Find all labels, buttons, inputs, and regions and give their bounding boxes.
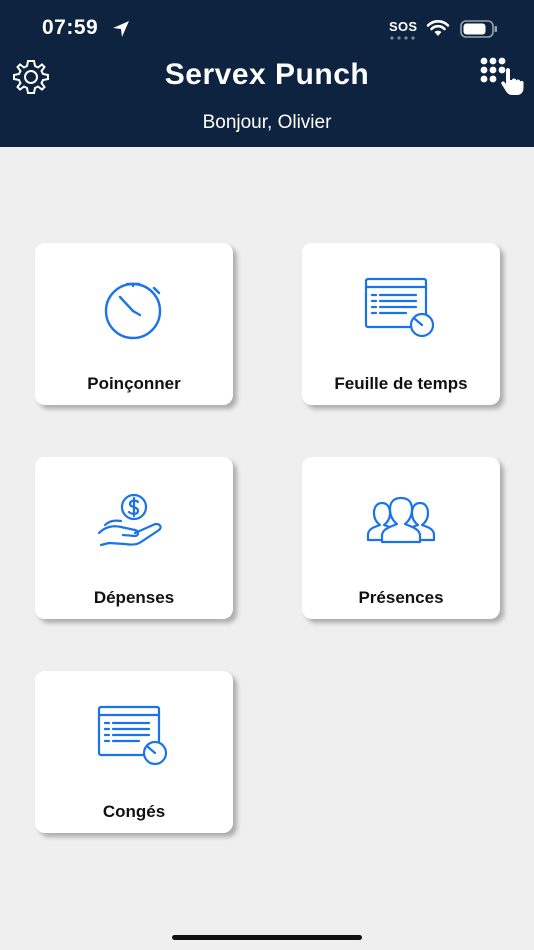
timesheet-icon (364, 277, 435, 338)
sos-indicator: SOS (389, 19, 418, 34)
people-group-icon (366, 496, 436, 544)
tile-poinconner[interactable]: Poinçonner (35, 243, 233, 405)
tile-conges[interactable]: Congés (35, 671, 233, 833)
stopwatch-icon (104, 282, 162, 340)
tile-label: Dépenses (93, 588, 175, 607)
tile-label: Poinçonner (87, 374, 181, 393)
tile-label: Congés (102, 802, 166, 821)
battery-icon (460, 20, 497, 38)
status-time: 07:59 (42, 16, 99, 39)
tile-feuille-de-temps[interactable]: Feuille de temps (302, 243, 500, 405)
money-hand-icon (97, 493, 162, 547)
wifi-icon (426, 20, 450, 36)
location-arrow-icon (113, 21, 129, 37)
tile-label: Présences (358, 588, 444, 607)
app-title: Servex Punch (164, 58, 370, 91)
tile-presences[interactable]: Présences (302, 457, 500, 619)
tile-label: Feuille de temps (334, 374, 468, 393)
home-indicator[interactable] (172, 935, 362, 940)
tile-depenses[interactable]: Dépenses (35, 457, 233, 619)
greeting-text: Bonjour, Olivier (202, 112, 332, 133)
signal-dots-icon (390, 36, 415, 40)
calendar-clock-icon (97, 705, 168, 766)
keypad-touch-icon[interactable] (479, 56, 525, 96)
app-header: 07:59 SOS Servex Punch Bonjour, Olivier (0, 0, 534, 147)
